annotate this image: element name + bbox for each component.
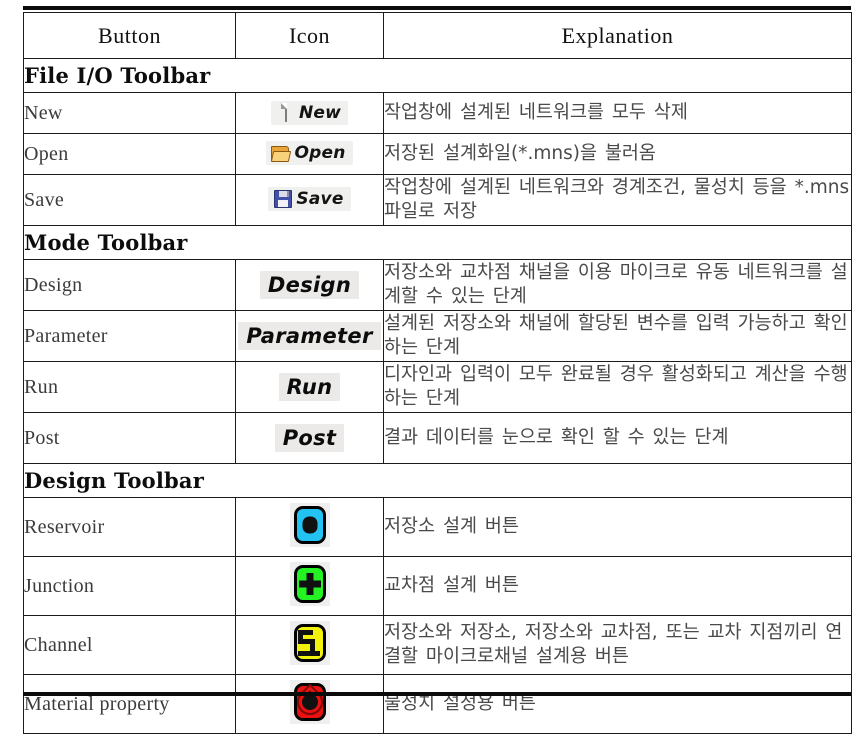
new-icon-label: New <box>298 103 342 123</box>
section-title-design-toolbar: Design Toolbar <box>23 463 852 498</box>
explanation-material-property: 물성치 설정용 버튼 <box>383 674 852 734</box>
button-name-junction: Junction <box>23 556 236 616</box>
explanation-post: 결과 데이터를 눈으로 확인 할 수 있는 단계 <box>383 412 852 464</box>
design-mode-icon[interactable]: Design <box>259 270 360 300</box>
icon-cell-material-property <box>235 674 384 734</box>
new-button-chip[interactable]: New <box>270 101 349 125</box>
channel-icon[interactable] <box>289 620 330 665</box>
button-name-parameter: Parameter <box>23 310 236 362</box>
button-name-material-property: Material property <box>23 674 236 734</box>
table-top-rule <box>23 6 851 10</box>
explanation-design: 저장소와 교차점 채널을 이용 마이크로 유동 네트워크를 설계할 수 있는 단… <box>383 259 852 311</box>
table-bottom-rule <box>23 692 851 696</box>
icon-cell-new: New <box>235 92 384 134</box>
section-title-file-io: File I/O Toolbar <box>23 58 852 93</box>
icon-cell-design: Design <box>235 259 384 311</box>
open-icon-label: Open <box>294 142 346 163</box>
explanation-reservoir: 저장소 설계 버튼 <box>383 497 852 557</box>
junction-icon[interactable] <box>289 561 330 606</box>
icon-cell-junction <box>235 556 384 616</box>
button-name-design: Design <box>23 259 236 311</box>
explanation-channel: 저장소와 저장소, 저장소와 교차점, 또는 교차 지점끼리 연결할 마이크로채… <box>383 615 852 675</box>
explanation-junction: 교차점 설계 버튼 <box>383 556 852 616</box>
explanation-new: 작업창에 설계된 네트워크를 모두 삭제 <box>383 92 852 134</box>
table-row-new: New New 작업창에 설계된 네트워크를 모두 삭제 <box>23 92 852 134</box>
table-row-open: Open Open 저장된 설계화일(*.mns)을 불러옴 <box>23 133 852 175</box>
column-header-button: Button <box>23 12 236 59</box>
table-header-row: Button Icon Explanation <box>23 12 852 59</box>
post-mode-icon[interactable]: Post <box>274 423 345 453</box>
button-name-run: Run <box>23 361 236 413</box>
button-name-reservoir: Reservoir <box>23 497 236 557</box>
button-name-open: Open <box>23 133 236 175</box>
toolbar-reference-table: Button Icon Explanation File I/O Toolbar… <box>23 12 852 734</box>
icon-cell-save: Save <box>235 174 384 226</box>
button-name-save: Save <box>23 174 236 226</box>
save-button-chip[interactable]: Save <box>268 186 351 211</box>
save-icon-label: Save <box>296 188 344 209</box>
button-name-channel: Channel <box>23 615 236 675</box>
section-header-row-design-toolbar: Design Toolbar <box>23 463 852 498</box>
table-row-post: Post Post 결과 데이터를 눈으로 확인 할 수 있는 단계 <box>23 412 852 464</box>
explanation-run: 디자인과 입력이 모두 완료될 경우 활성화되고 계산을 수행하는 단계 <box>383 361 852 413</box>
explanation-open: 저장된 설계화일(*.mns)을 불러옴 <box>383 133 852 175</box>
icon-cell-reservoir <box>235 497 384 557</box>
table-row-junction: Junction 교차점 설계 버튼 <box>23 556 852 616</box>
table-row-material-property: Material property 물성치 설정용 버튼 <box>23 674 852 734</box>
table-row-reservoir: Reservoir 저장소 설계 버튼 <box>23 497 852 557</box>
icon-cell-parameter: Parameter <box>235 310 384 362</box>
table-row-run: Run Run 디자인과 입력이 모두 완료될 경우 활성화되고 계산을 수행하… <box>23 361 852 413</box>
open-folder-icon <box>271 143 292 163</box>
page-root: Button Icon Explanation File I/O Toolbar… <box>0 0 864 734</box>
column-header-explanation: Explanation <box>383 12 852 59</box>
material-property-icon[interactable] <box>289 679 330 724</box>
new-document-icon <box>276 102 294 123</box>
button-name-new: New <box>23 92 236 134</box>
explanation-save: 작업창에 설계된 네트워크와 경계조건, 물성치 등을 *.mns 파일로 저장 <box>383 174 852 226</box>
button-name-post: Post <box>23 412 236 464</box>
floppy-disk-icon <box>273 189 293 209</box>
section-header-row-mode: Mode Toolbar <box>23 225 852 260</box>
table-row-design: Design Design 저장소와 교차점 채널을 이용 마이크로 유동 네트… <box>23 259 852 311</box>
run-mode-icon[interactable]: Run <box>278 372 341 402</box>
column-header-icon: Icon <box>235 12 384 59</box>
table-row-save: Save Save 작업창에 설계된 네트워크와 경계조건, 물성치 등을 *.… <box>23 174 852 226</box>
icon-cell-post: Post <box>235 412 384 464</box>
icon-cell-open: Open <box>235 133 384 175</box>
icon-cell-run: Run <box>235 361 384 413</box>
open-button-chip[interactable]: Open <box>266 140 353 165</box>
section-title-mode: Mode Toolbar <box>23 225 852 260</box>
section-header-row-file-io: File I/O Toolbar <box>23 58 852 93</box>
table-row-channel: Channel 저장소와 저장소, 저장소와 교차점, 또는 교차 지점끼리 연… <box>23 615 852 675</box>
table-row-parameter: Parameter Parameter 설계된 저장소와 채널에 할당된 변수를… <box>23 310 852 362</box>
explanation-parameter: 설계된 저장소와 채널에 할당된 변수를 입력 가능하고 확인하는 단계 <box>383 310 852 362</box>
reservoir-icon[interactable] <box>289 502 330 547</box>
parameter-mode-icon[interactable]: Parameter <box>238 321 381 351</box>
icon-cell-channel <box>235 615 384 675</box>
